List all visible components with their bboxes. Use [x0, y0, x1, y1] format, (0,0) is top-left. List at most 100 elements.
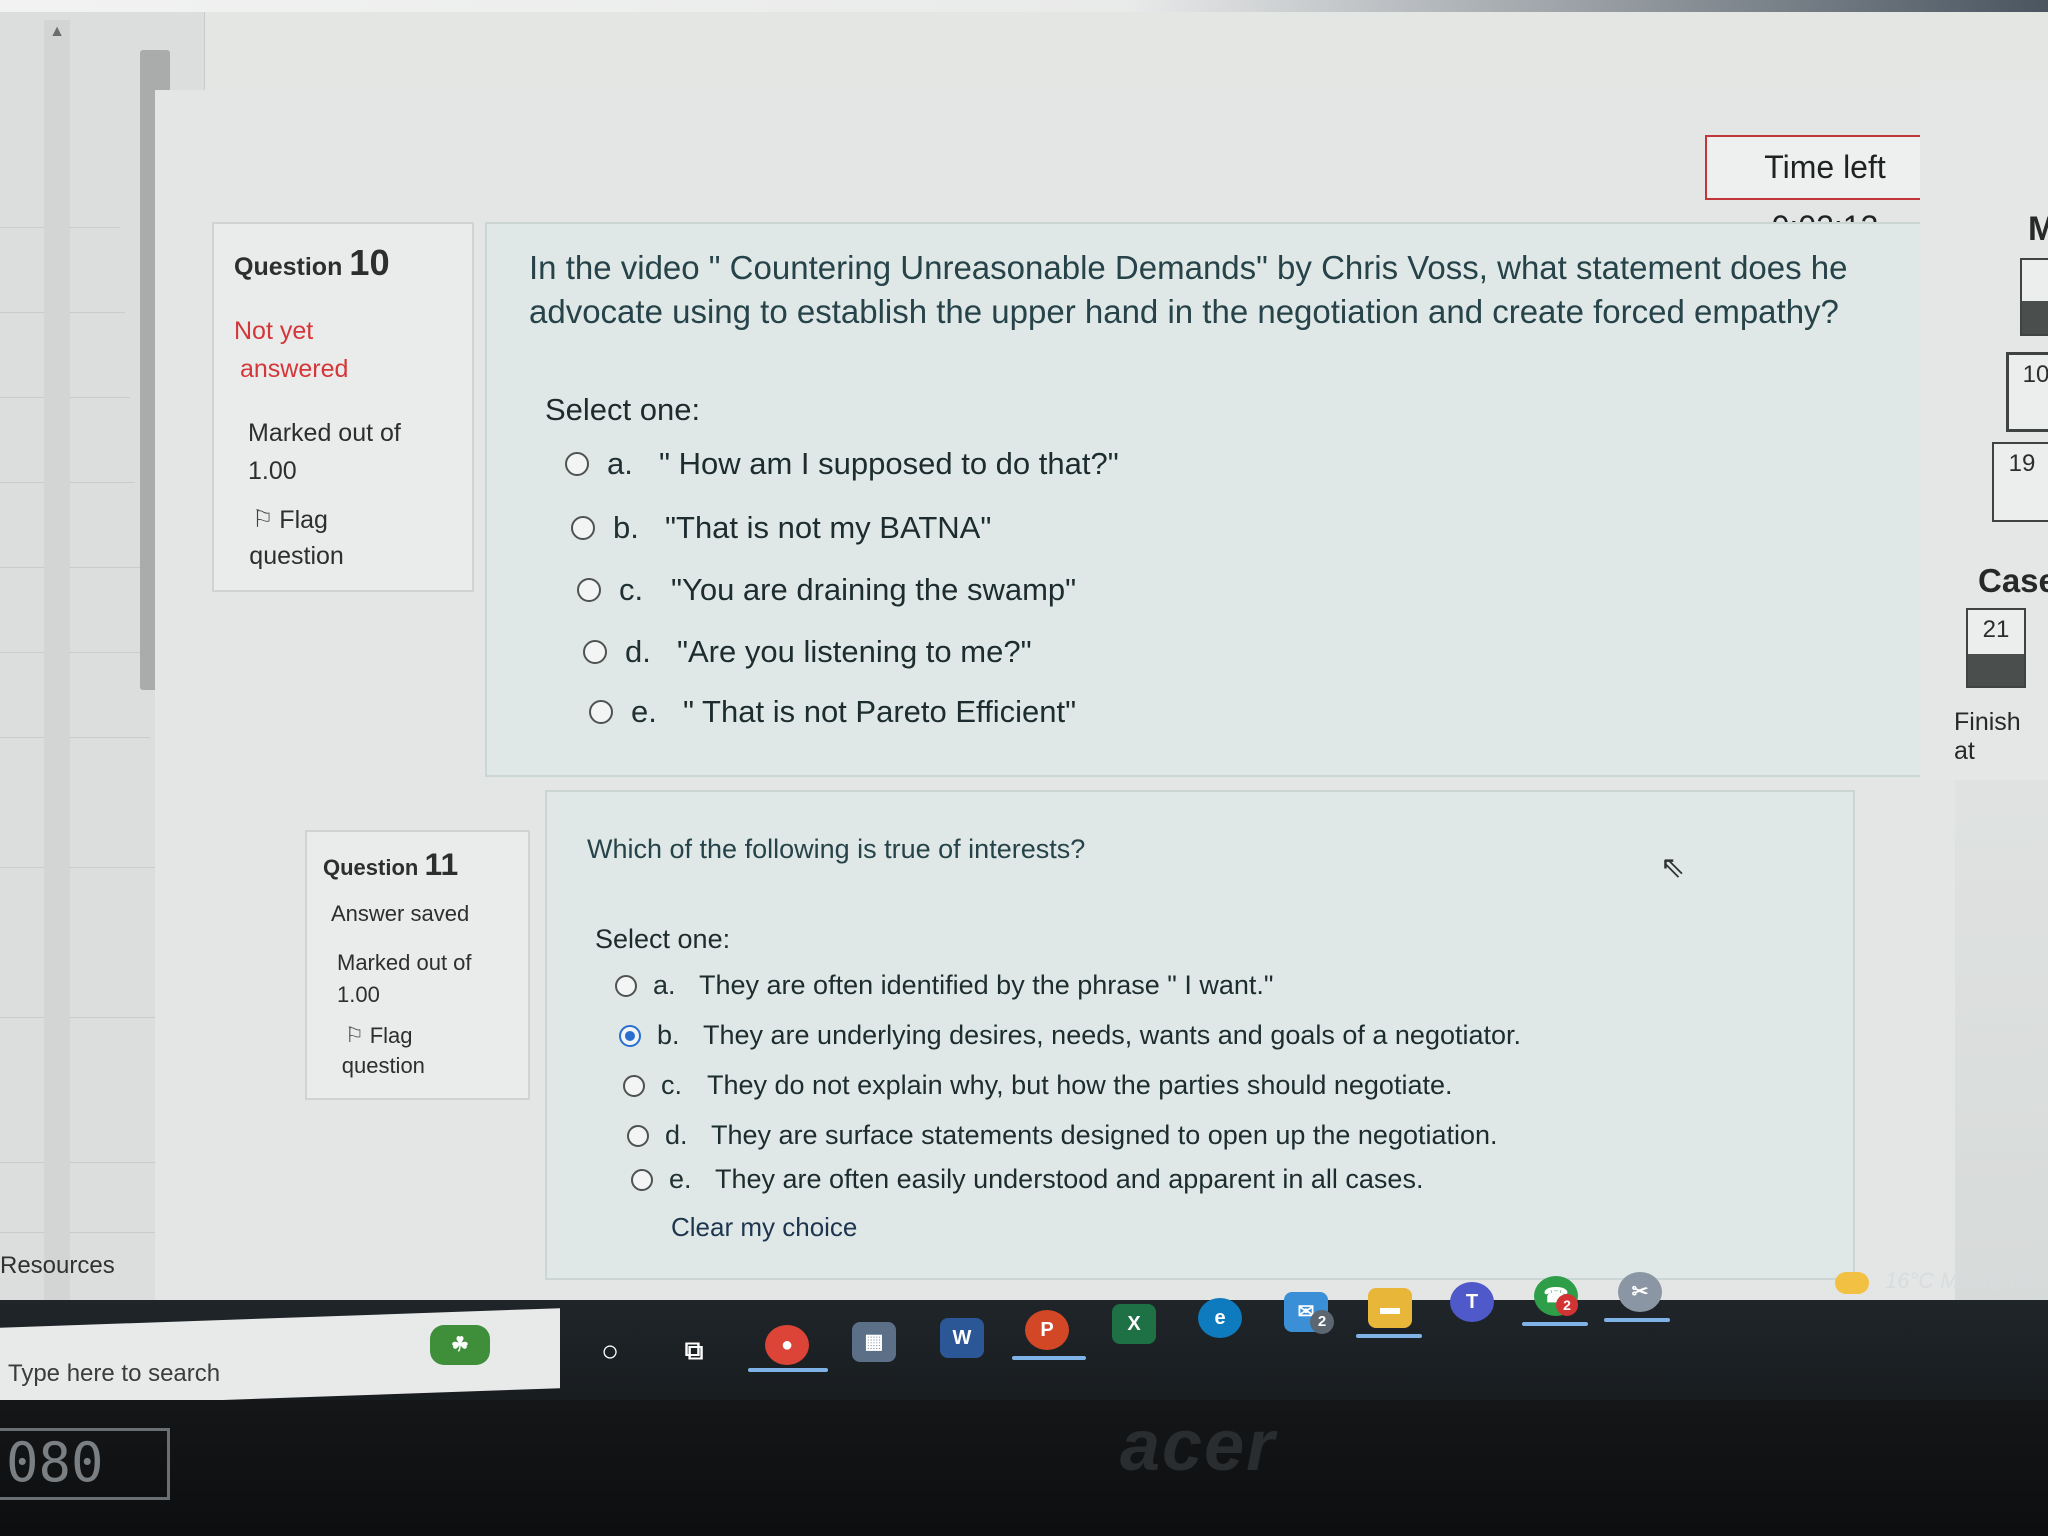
drawer-item-resources[interactable]: Resources [0, 1252, 115, 1280]
q11-option-d[interactable]: d. They are surface statements designed … [627, 1120, 1498, 1151]
search-highlight-icon[interactable]: ☘ [430, 1325, 490, 1365]
nav-box-fill [2022, 300, 2048, 334]
snipping-tool-icon[interactable]: ✂ [1618, 1272, 1662, 1312]
weather-widget[interactable]: 16°C Mostly clo [1885, 1268, 2038, 1294]
q11-radio-e[interactable] [631, 1168, 653, 1191]
option-text: They are underlying desires, needs, want… [703, 1020, 1522, 1050]
teams-icon[interactable]: T [1450, 1282, 1494, 1322]
q11-option-c[interactable]: c. They do not explain why, but how the … [623, 1070, 1452, 1101]
nav-box-partial[interactable] [2020, 258, 2048, 336]
browser-page: ▲ ▼ Resources Time left 0:02:13 Question… [0, 0, 2048, 1330]
taskbar-search-placeholder[interactable]: Type here to search [8, 1360, 220, 1388]
option-text: " How am I supposed to do that?" [659, 446, 1119, 481]
q10-option-e[interactable]: e. " That is not Pareto Efficient" [589, 694, 1076, 730]
time-left-timer: Time left 0:02:13 [1705, 135, 1945, 245]
q11-option-a[interactable]: a. They are often identified by the phra… [615, 970, 1274, 1001]
question-11-state: Answer saved [331, 901, 470, 926]
question-label: Question [323, 855, 419, 880]
option-letter: c. [661, 1070, 683, 1100]
marks-line: 1.00 [248, 457, 297, 485]
q11-radio-a[interactable] [615, 974, 637, 997]
quiz-navigation-drawer: M 10 19 Case 21 Finish at [1920, 80, 2048, 780]
excel-icon[interactable]: X [1112, 1304, 1156, 1344]
flag-label: question [341, 1053, 425, 1078]
chat-badge: 2 [1556, 1294, 1578, 1316]
nav-number: 21 [1982, 616, 2010, 643]
flag-label: Flag [279, 506, 328, 534]
option-letter: e. [631, 694, 657, 729]
drawer-divider [0, 737, 150, 738]
question-10-content: In the video " Countering Unreasonable D… [485, 222, 1935, 777]
explorer-active-indicator [1356, 1334, 1422, 1338]
q10-option-d[interactable]: d. "Are you listening to me?" [583, 634, 1032, 670]
q11-option-e[interactable]: e. They are often easily understood and … [631, 1164, 1423, 1195]
powerpoint-icon[interactable]: P [1025, 1310, 1069, 1350]
q10-radio-d[interactable] [583, 640, 607, 664]
nav-number: 19 [2008, 450, 2036, 477]
scroll-up-arrow-icon[interactable]: ▲ [44, 18, 70, 46]
select-one-label: Select one: [595, 924, 731, 954]
question-11-content: Which of the following is true of intere… [545, 790, 1855, 1280]
option-text: They are often easily understood and app… [715, 1164, 1424, 1194]
drawer-divider [0, 1017, 175, 1018]
option-text: " That is not Pareto Efficient" [683, 694, 1077, 729]
question-11-prompt: Which of the following is true of intere… [587, 834, 1086, 864]
chrome-active-indicator [748, 1368, 828, 1372]
marks-line: 1.00 [337, 982, 380, 1007]
option-letter: d. [625, 634, 651, 669]
q10-radio-a[interactable] [565, 452, 589, 476]
nav-box-fill [1968, 654, 2024, 686]
q10-option-b[interactable]: b. "That is not my BATNA" [571, 510, 991, 546]
flag-question-11-link[interactable]: ⚐ Flag question [323, 1021, 512, 1081]
mouse-pointer-icon: ⇖ [1660, 851, 1686, 884]
marks-line: Marked out of [248, 419, 401, 447]
case-section-label: Case [1978, 562, 2048, 599]
option-text: "That is not my BATNA" [665, 510, 992, 545]
q10-radio-e[interactable] [589, 700, 613, 724]
question-number: 11 [424, 846, 459, 882]
option-letter: e. [669, 1164, 692, 1194]
q11-radio-c[interactable] [623, 1074, 645, 1097]
flag-icon: ⚐ [345, 1024, 364, 1047]
finish-attempt-link[interactable]: Finish at [1954, 708, 2048, 766]
nav-question-19[interactable]: 19 [1992, 442, 2048, 522]
q10-radio-b[interactable] [571, 516, 595, 540]
question-number: 10 [349, 242, 390, 283]
snip-active-indicator [1604, 1318, 1670, 1322]
clear-my-choice-link[interactable]: Clear my choice [671, 1212, 857, 1243]
option-text: "You are draining the swamp" [671, 572, 1077, 607]
question-10-title: Question 10 [234, 242, 452, 284]
nav-number: 10 [2022, 361, 2048, 388]
option-text: They do not explain why, but how the par… [707, 1070, 1453, 1100]
state-line: answered [240, 355, 349, 383]
question-label: Question [234, 253, 343, 281]
drawer-scrollbar[interactable] [44, 20, 70, 1310]
marks-line: Marked out of [337, 950, 472, 975]
drawer-divider [0, 867, 160, 868]
edge-icon[interactable]: e [1198, 1298, 1242, 1338]
word-icon[interactable]: W [940, 1318, 984, 1358]
option-letter: b. [657, 1020, 680, 1050]
cortana-circle-icon[interactable]: ○ [588, 1332, 632, 1372]
monitor-brand-logo: acer [1120, 1406, 1277, 1486]
q10-radio-c[interactable] [577, 578, 601, 602]
file-explorer-icon[interactable]: ▬ [1368, 1288, 1412, 1328]
q11-radio-d[interactable] [627, 1124, 649, 1147]
flag-question-10-link[interactable]: ⚐ Flag question [234, 502, 452, 574]
task-view-icon[interactable]: ⧉ [672, 1330, 716, 1370]
resolution-sticker: 080 [0, 1428, 170, 1500]
nav-question-10[interactable]: 10 [2006, 352, 2048, 432]
q11-radio-b[interactable] [619, 1024, 641, 1047]
nav-question-21[interactable]: 21 [1966, 608, 2026, 688]
window-top-strip [0, 0, 2048, 12]
q11-option-b[interactable]: b. They are underlying desires, needs, w… [619, 1020, 1521, 1051]
microsoft-store-icon[interactable]: ▦ [852, 1322, 896, 1362]
option-letter: d. [665, 1120, 688, 1150]
question-11-marks: Marked out of 1.00 [323, 947, 512, 1011]
chrome-icon[interactable]: ● [765, 1325, 809, 1365]
flag-label: question [249, 542, 344, 570]
question-10-state: Not yet answered [234, 312, 452, 388]
q10-option-c[interactable]: c. "You are draining the swamp" [577, 572, 1076, 608]
q10-option-a[interactable]: a. " How am I supposed to do that?" [565, 446, 1119, 482]
option-letter: c. [619, 572, 644, 607]
